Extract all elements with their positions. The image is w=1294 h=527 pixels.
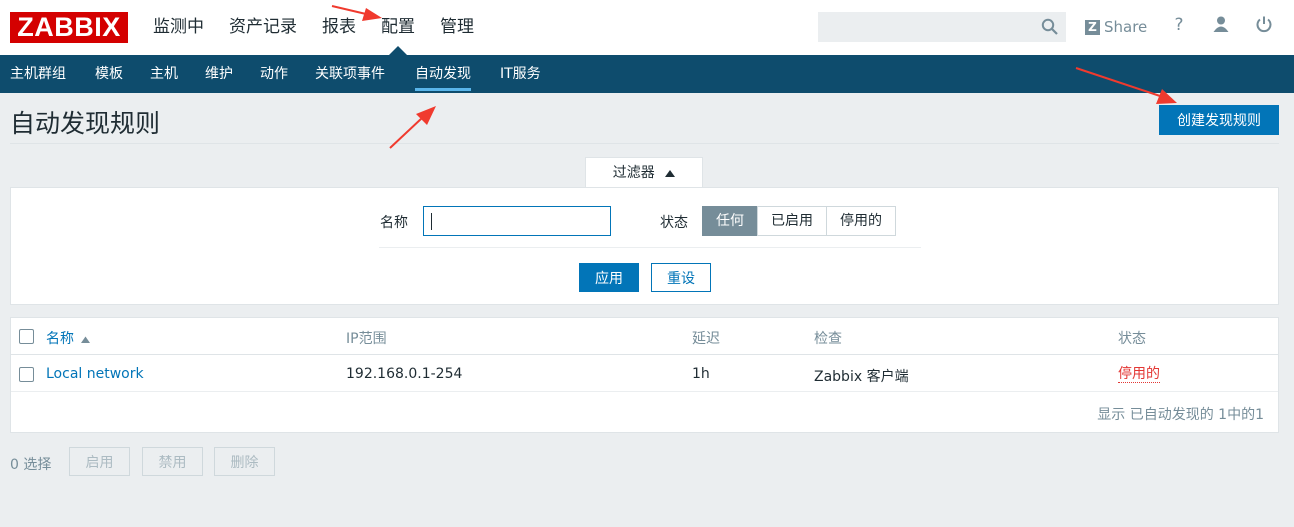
subnav-it-services[interactable]: IT服务: [500, 55, 541, 93]
subnav-maintenance[interactable]: 维护: [205, 55, 233, 93]
mass-delete-button[interactable]: 删除: [214, 447, 275, 476]
subnav-discovery[interactable]: 自动发现: [415, 55, 471, 93]
text-cursor: [431, 213, 432, 230]
rule-checks: Zabbix 客户端: [814, 369, 909, 385]
filter-divider: [379, 247, 921, 248]
sort-asc-icon: [81, 331, 91, 347]
subnav-host-groups[interactable]: 主机群组: [10, 55, 66, 93]
filter-tab-label: 过滤器: [612, 165, 655, 181]
subnav-templates[interactable]: 模板: [95, 55, 123, 93]
nav-inventory[interactable]: 资产记录: [229, 0, 297, 55]
mass-enable-button[interactable]: 启用: [69, 447, 130, 476]
zabbix-logo[interactable]: ZABBIX: [10, 12, 128, 43]
table-footer-count: 显示 已自动发现的 1中的1: [1097, 407, 1264, 423]
apply-button[interactable]: 应用: [579, 263, 639, 292]
main-nav: 监测中 资产记录 报表 配置 管理: [153, 0, 499, 55]
filter-panel: 名称 状态 任何 已启用 停用的 应用 重设: [10, 187, 1279, 305]
help-icon[interactable]: ?: [1169, 15, 1189, 37]
subnav-hosts[interactable]: 主机: [150, 55, 178, 93]
filter-status-label: 状态: [660, 215, 688, 231]
filter-name-label: 名称: [380, 215, 408, 231]
subnav-correlation[interactable]: 关联项事件: [315, 55, 385, 93]
title-divider: [10, 143, 1279, 144]
status-option-any[interactable]: 任何: [702, 206, 758, 236]
share-label: Share: [1104, 18, 1148, 36]
caret-up-icon: [665, 158, 676, 188]
column-header-name[interactable]: 名称: [46, 328, 91, 348]
reset-button[interactable]: 重设: [651, 263, 711, 292]
select-all-checkbox[interactable]: [19, 329, 34, 344]
rule-name-link[interactable]: Local network: [46, 366, 144, 382]
subnav-actions[interactable]: 动作: [260, 55, 288, 93]
arrow-to-discovery: [389, 106, 436, 149]
selected-count: 0 选择: [10, 457, 52, 473]
nav-administration[interactable]: 管理: [440, 0, 474, 55]
discovery-rules-table: 名称 IP范围 延迟 检查 状态 Local network 192.168.0…: [10, 317, 1279, 433]
filter-name-input[interactable]: [423, 206, 611, 236]
column-header-ip-range: IP范围: [346, 331, 387, 347]
zabbix-share-icon: Z: [1085, 19, 1100, 35]
nav-monitoring[interactable]: 监测中: [153, 0, 204, 55]
nav-configuration[interactable]: 配置: [381, 0, 415, 55]
rule-delay: 1h: [692, 366, 710, 382]
row-checkbox[interactable]: [19, 367, 34, 382]
sub-nav: 主机群组 模板 主机 维护 动作 关联项事件 自动发现 IT服务: [0, 55, 1294, 93]
top-header: ZABBIX 监测中 资产记录 报表 配置 管理 Z Share ?: [0, 0, 1294, 55]
row-divider: [11, 391, 1278, 392]
column-header-delay: 延迟: [692, 331, 720, 347]
share-link[interactable]: Z Share: [1085, 17, 1147, 37]
column-header-checks: 检查: [814, 331, 842, 347]
search-icon[interactable]: [1041, 18, 1059, 40]
header-divider: [11, 354, 1278, 355]
page-title: 自动发现规则: [10, 109, 161, 138]
mass-disable-button[interactable]: 禁用: [142, 447, 203, 476]
logout-icon[interactable]: [1254, 15, 1274, 37]
filter-tab[interactable]: 过滤器: [585, 157, 703, 188]
global-search-input[interactable]: [818, 12, 1066, 42]
rule-ip-range: 192.168.0.1-254: [346, 366, 463, 382]
user-profile-icon[interactable]: [1211, 15, 1231, 37]
status-option-disabled[interactable]: 停用的: [826, 206, 896, 236]
create-discovery-rule-button[interactable]: 创建发现规则: [1159, 105, 1279, 135]
status-option-enabled[interactable]: 已启用: [757, 206, 827, 236]
column-name-label: 名称: [46, 331, 74, 347]
rule-status-toggle[interactable]: 停用的: [1118, 366, 1160, 383]
filter-status-segmented: 任何 已启用 停用的: [702, 206, 896, 236]
nav-reports[interactable]: 报表: [322, 0, 356, 55]
column-header-status: 状态: [1118, 331, 1146, 347]
